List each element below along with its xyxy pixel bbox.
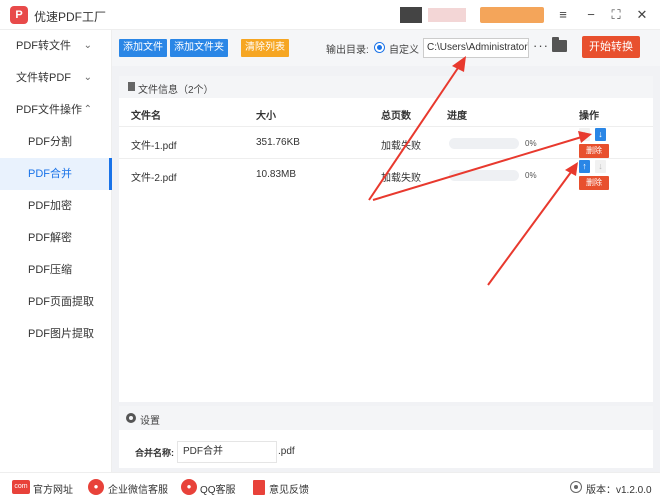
app-logo-icon: P bbox=[10, 6, 28, 24]
sidebar-item-pdf-compress[interactable]: PDF压缩 bbox=[0, 254, 112, 286]
sidebar-item-file-to-pdf[interactable]: 文件转PDF ⌄ bbox=[0, 62, 112, 94]
column-header-filename: 文件名 bbox=[131, 111, 161, 122]
settings-title: 设置 bbox=[140, 416, 160, 427]
menu-icon[interactable]: ≡ bbox=[554, 6, 572, 24]
document-icon bbox=[128, 82, 135, 91]
more-icon[interactable]: ··· bbox=[533, 38, 549, 53]
qq-icon: ● bbox=[181, 479, 197, 495]
sidebar-item-pdf-image-extract[interactable]: PDF图片提取 bbox=[0, 318, 112, 350]
merge-name-input[interactable]: PDF合并 bbox=[177, 441, 277, 463]
wechat-service-link[interactable]: 企业微信客服 bbox=[108, 481, 168, 496]
settings-panel: 设置 合并名称: PDF合并 .pdf bbox=[119, 406, 653, 468]
progress-percent: 0% bbox=[525, 139, 537, 148]
column-header-progress: 进度 bbox=[447, 111, 467, 122]
progress-percent: 0% bbox=[525, 171, 537, 180]
sidebar-item-pdf-operations[interactable]: PDF文件操作 ⌃ bbox=[0, 94, 112, 126]
column-header-actions: 操作 bbox=[579, 111, 599, 122]
sidebar-item-pdf-to-file[interactable]: PDF转文件 ⌄ bbox=[0, 30, 112, 62]
file-size-cell: 10.83MB bbox=[256, 169, 297, 180]
user-name-redacted bbox=[428, 8, 466, 22]
sidebar-item-label: 文件转PDF bbox=[16, 72, 71, 84]
version-text: 版本：v1.2.0.0 bbox=[586, 485, 652, 496]
qq-service-link[interactable]: QQ客服 bbox=[200, 481, 236, 496]
merge-name-label: 合并名称: bbox=[135, 448, 174, 458]
move-down-button[interactable]: ↓ bbox=[595, 160, 606, 173]
table-row[interactable]: 文件-2.pdf 10.83MB 加载失败 0% ↑ ↓ 删除 bbox=[119, 158, 653, 190]
move-up-button[interactable]: ↑ bbox=[579, 128, 590, 141]
file-panel-header: 文件信息（2个） bbox=[119, 76, 653, 98]
feedback-icon bbox=[253, 480, 265, 495]
delete-button[interactable]: 删除 bbox=[579, 176, 609, 190]
file-name-cell: 文件-1.pdf bbox=[131, 141, 177, 152]
clear-list-button[interactable]: 清除列表 bbox=[241, 39, 289, 57]
sidebar-item-label: PDF压缩 bbox=[28, 264, 72, 276]
start-convert-button[interactable]: 开始转换 bbox=[582, 36, 640, 58]
app-title: 优速PDF工厂 bbox=[34, 10, 107, 24]
sidebar-item-pdf-decrypt[interactable]: PDF解密 bbox=[0, 222, 112, 254]
chevron-down-icon: ⌄ bbox=[83, 72, 92, 83]
file-list-panel: 文件信息（2个） 文件名 大小 总页数 进度 操作 文件-1.pdf 351.7… bbox=[119, 76, 653, 402]
folder-icon[interactable] bbox=[552, 37, 567, 52]
sidebar-item-label: PDF图片提取 bbox=[28, 328, 94, 340]
sidebar-item-pdf-merge[interactable]: PDF合并 bbox=[0, 158, 112, 190]
vip-badge-redacted[interactable] bbox=[480, 7, 544, 23]
sidebar-item-label: PDF解密 bbox=[28, 232, 72, 244]
settings-header: 设置 bbox=[119, 406, 653, 430]
sidebar-item-pdf-encrypt[interactable]: PDF加密 bbox=[0, 190, 112, 222]
sidebar-item-pdf-page-extract[interactable]: PDF页面提取 bbox=[0, 286, 112, 318]
footer: com 官方网址 ● 企业微信客服 ● QQ客服 意见反馈 版本：v1.2.0.… bbox=[0, 472, 660, 502]
sidebar-item-label: PDF文件操作 bbox=[16, 104, 82, 116]
sidebar-item-pdf-split[interactable]: PDF分割 bbox=[0, 126, 112, 158]
gear-icon bbox=[126, 413, 136, 423]
move-up-button[interactable]: ↑ bbox=[579, 160, 590, 173]
add-folder-button[interactable]: 添加文件夹 bbox=[170, 39, 228, 57]
sidebar-item-label: PDF合并 bbox=[28, 168, 72, 180]
close-icon[interactable]: ✕ bbox=[633, 6, 651, 24]
output-path-input[interactable]: C:\Users\Administrator\ bbox=[423, 38, 529, 58]
file-name-cell: 文件-2.pdf bbox=[131, 173, 177, 184]
sidebar-item-label: PDF转文件 bbox=[16, 40, 71, 52]
output-directory-label: 输出目录: bbox=[326, 45, 369, 56]
delete-button[interactable]: 删除 bbox=[579, 144, 609, 158]
sidebar-item-label: PDF页面提取 bbox=[28, 296, 94, 308]
toolbar: 添加文件 添加文件夹 清除列表 输出目录: 自定义 C:\Users\Admin… bbox=[112, 30, 660, 66]
file-pages-cell: 加载失败 bbox=[381, 173, 421, 184]
minimize-icon[interactable]: − bbox=[582, 6, 600, 24]
sidebar: PDF转文件 ⌄ 文件转PDF ⌄ PDF文件操作 ⌃ PDF分割 PDF合并 … bbox=[0, 30, 112, 472]
chevron-up-icon: ⌃ bbox=[83, 104, 92, 115]
progress-bar bbox=[449, 138, 519, 149]
user-avatar-redacted bbox=[400, 7, 422, 23]
merge-extension: .pdf bbox=[278, 446, 295, 457]
feedback-link[interactable]: 意见反馈 bbox=[269, 481, 309, 496]
maximize-icon[interactable]: ⛶ bbox=[607, 6, 625, 24]
wechat-icon: ● bbox=[88, 479, 104, 495]
custom-radio-label[interactable]: 自定义 bbox=[389, 41, 419, 56]
website-link[interactable]: 官方网址 bbox=[33, 481, 73, 496]
table-row[interactable]: 文件-1.pdf 351.76KB 加载失败 0% ↑ ↓ 删除 bbox=[119, 126, 653, 158]
website-icon: com bbox=[12, 480, 30, 494]
add-file-button[interactable]: 添加文件 bbox=[119, 39, 167, 57]
custom-radio[interactable] bbox=[374, 42, 385, 53]
file-size-cell: 351.76KB bbox=[256, 137, 300, 148]
title-bar: P 优速PDF工厂 ≡ − ⛶ ✕ bbox=[0, 0, 660, 30]
file-panel-title: 文件信息（2个） bbox=[138, 85, 214, 96]
progress-bar bbox=[449, 170, 519, 181]
column-header-pages: 总页数 bbox=[381, 111, 411, 122]
file-pages-cell: 加载失败 bbox=[381, 141, 421, 152]
move-down-button[interactable]: ↓ bbox=[595, 128, 606, 141]
sidebar-item-label: PDF分割 bbox=[28, 136, 72, 148]
version-icon bbox=[570, 481, 582, 493]
sidebar-item-label: PDF加密 bbox=[28, 200, 72, 212]
column-header-size: 大小 bbox=[256, 111, 276, 122]
chevron-down-icon: ⌄ bbox=[83, 40, 92, 51]
